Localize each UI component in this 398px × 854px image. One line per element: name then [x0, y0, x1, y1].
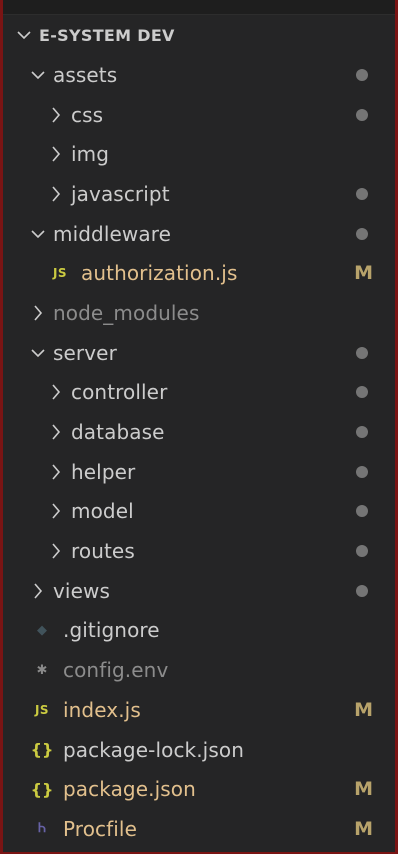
git-modified-badge: M: [354, 778, 373, 801]
changes-dot-icon: [356, 386, 368, 399]
folder-item-middleware[interactable]: middleware: [3, 214, 395, 254]
folder-item-database[interactable]: database: [3, 412, 395, 452]
file-item-gitignore[interactable]: ◆ .gitignore: [3, 611, 395, 651]
changes-dot-icon: [356, 505, 368, 518]
chevron-right-icon: [49, 541, 63, 561]
item-label: authorization.js: [81, 261, 238, 286]
folder-item-img[interactable]: img: [3, 134, 395, 174]
explorer-top-bar: [3, 0, 395, 15]
item-label: javascript: [71, 181, 170, 206]
item-label: model: [71, 499, 134, 524]
file-tree: E-SYSTEM DEV assets css img javascript middl…: [3, 15, 395, 849]
section-header-e-system-dev[interactable]: E-SYSTEM DEV: [3, 15, 395, 55]
item-label: Procfile: [63, 816, 137, 841]
changes-dot-icon: [356, 227, 368, 240]
folder-item-model[interactable]: model: [3, 492, 395, 532]
js-icon: JS: [34, 702, 50, 717]
chevron-right-icon: [49, 144, 63, 164]
section-title: E-SYSTEM DEV: [39, 25, 175, 45]
chevron-down-icon: [31, 224, 45, 244]
chevron-down-icon: [31, 65, 45, 85]
changes-dot-icon: [356, 346, 368, 359]
item-label: views: [53, 578, 110, 603]
chevron-right-icon: [31, 303, 45, 323]
chevron-down-icon: [17, 25, 31, 45]
chevron-right-icon: [49, 462, 63, 482]
item-label: database: [71, 420, 165, 445]
chevron-right-icon: [49, 184, 63, 204]
folder-item-views[interactable]: views: [3, 571, 395, 611]
item-label: package-lock.json: [63, 737, 244, 762]
item-label: .gitignore: [63, 618, 160, 643]
changes-dot-icon: [356, 108, 368, 121]
file-item-package-lock-json[interactable]: {} package-lock.json: [3, 730, 395, 770]
changes-dot-icon: [356, 545, 368, 558]
folder-item-node-modules[interactable]: node_modules: [3, 293, 395, 333]
file-item-index-js[interactable]: JS index.js M: [3, 690, 395, 730]
heroku-icon: Ꮒ: [38, 821, 46, 837]
folder-item-routes[interactable]: routes: [3, 531, 395, 571]
file-item-package-json[interactable]: {} package.json M: [3, 769, 395, 809]
item-label: middleware: [53, 221, 171, 246]
file-item-config-env[interactable]: ✱ config.env: [3, 650, 395, 690]
js-icon: JS: [52, 266, 68, 281]
chevron-right-icon: [49, 422, 63, 442]
changes-dot-icon: [356, 584, 368, 597]
item-label: server: [53, 340, 117, 365]
item-label: helper: [71, 459, 136, 484]
folder-item-server[interactable]: server: [3, 333, 395, 373]
item-label: controller: [71, 380, 168, 405]
chevron-right-icon: [49, 105, 63, 125]
item-label: routes: [71, 539, 135, 564]
item-label: assets: [53, 62, 118, 87]
folder-item-controller[interactable]: controller: [3, 373, 395, 413]
git-icon: ◆: [37, 622, 47, 638]
folder-item-javascript[interactable]: javascript: [3, 174, 395, 214]
git-modified-badge: M: [354, 817, 373, 840]
changes-dot-icon: [356, 465, 368, 478]
changes-dot-icon: [356, 187, 368, 200]
item-label: img: [71, 142, 110, 167]
chevron-right-icon: [49, 501, 63, 521]
chevron-down-icon: [31, 343, 45, 363]
changes-dot-icon: [356, 68, 368, 81]
chevron-right-icon: [49, 382, 63, 402]
item-label: package.json: [63, 777, 196, 802]
gear-icon: ✱: [36, 662, 48, 678]
item-label: index.js: [63, 697, 141, 722]
item-label: config.env: [63, 658, 169, 683]
json-icon: {}: [30, 740, 54, 760]
folder-item-assets[interactable]: assets: [3, 55, 395, 95]
file-item-procfile[interactable]: Ꮒ Procfile M: [3, 809, 395, 849]
folder-item-css[interactable]: css: [3, 95, 395, 135]
json-icon: {}: [30, 779, 54, 799]
git-modified-badge: M: [354, 262, 373, 285]
item-label: css: [71, 102, 104, 127]
folder-item-helper[interactable]: helper: [3, 452, 395, 492]
chevron-right-icon: [31, 581, 45, 601]
item-label: node_modules: [53, 300, 200, 325]
file-item-authorization-js[interactable]: JS authorization.js M: [3, 253, 395, 293]
changes-dot-icon: [356, 426, 368, 439]
git-modified-badge: M: [354, 698, 373, 721]
